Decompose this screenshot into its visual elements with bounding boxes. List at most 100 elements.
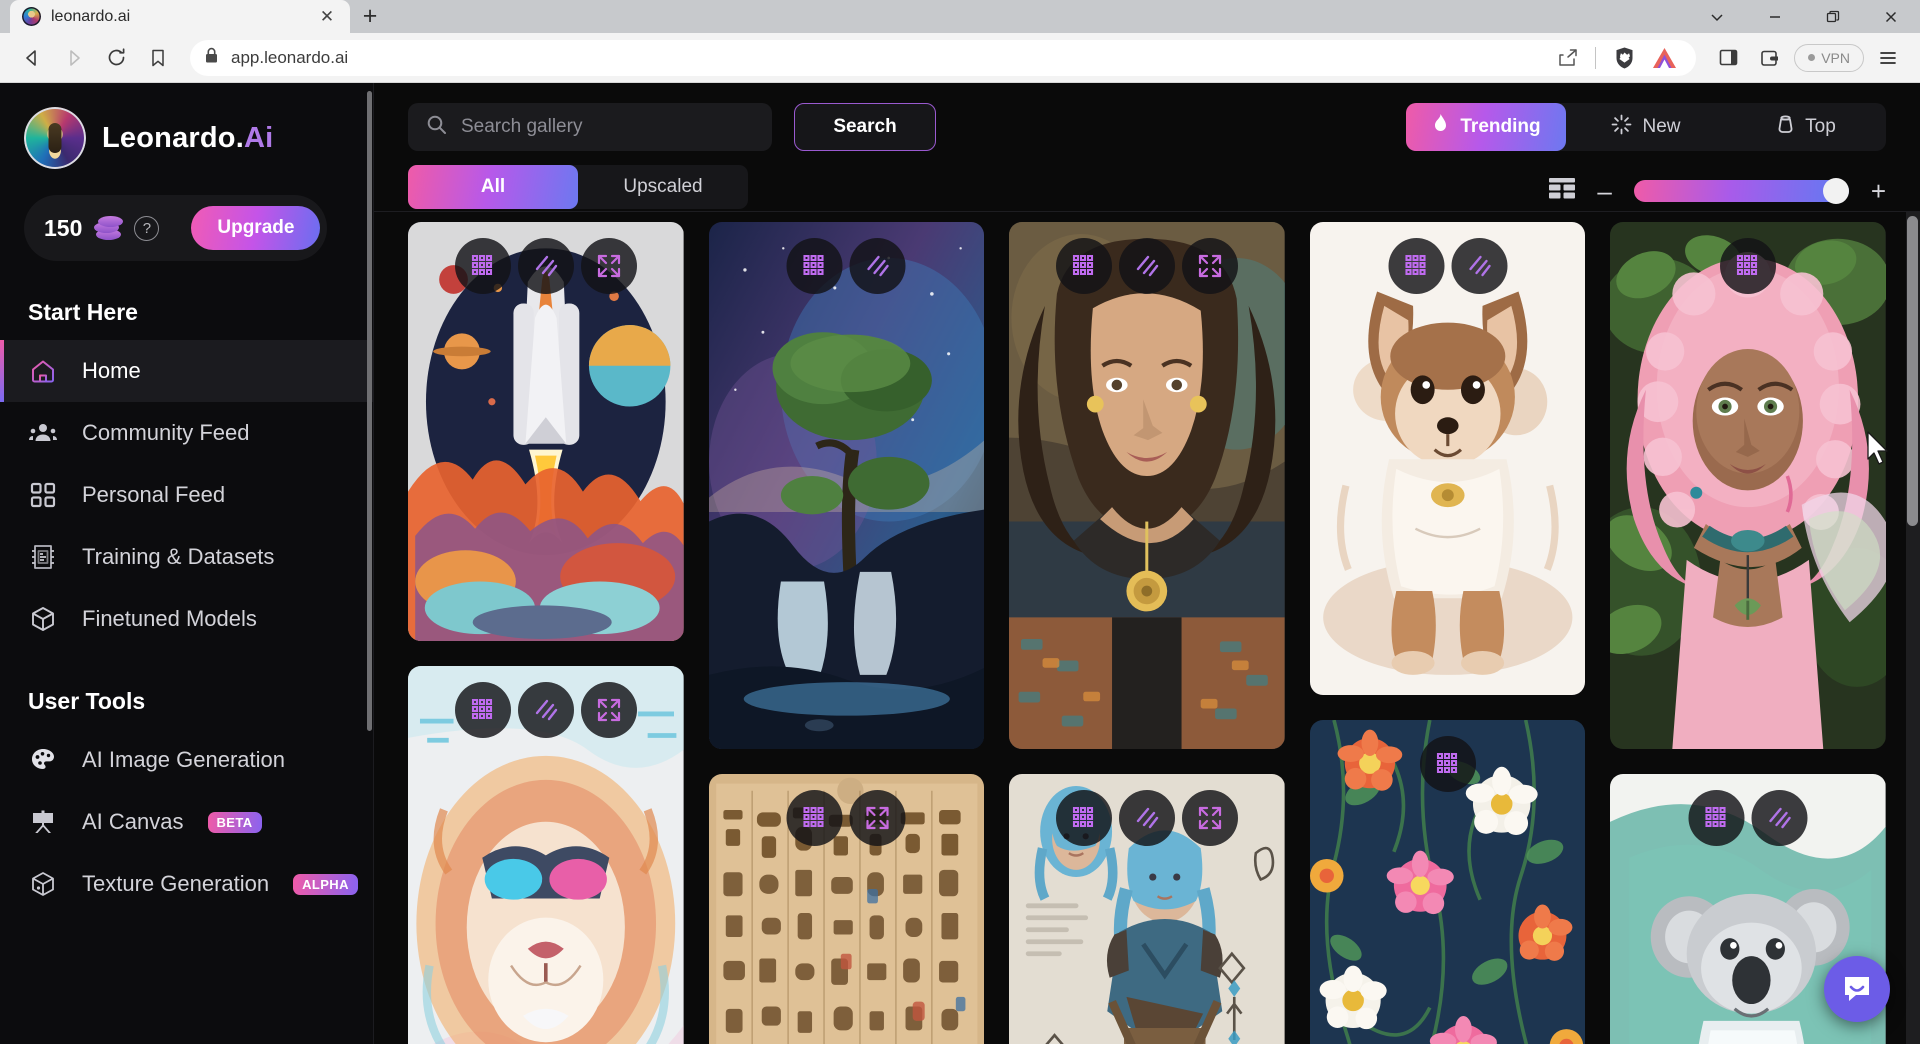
gallery-scrollbar[interactable]	[1906, 212, 1920, 1044]
remix-button[interactable]	[1055, 238, 1112, 294]
grid-squares-icon	[28, 480, 58, 510]
zoom-slider-handle[interactable]	[1822, 178, 1849, 204]
intercom-chat-button[interactable]	[1824, 956, 1890, 1022]
gallery-card[interactable]	[1009, 774, 1285, 1044]
filter-tab-group: All Upscaled	[408, 165, 748, 209]
sidebar-item-label: Finetuned Models	[82, 606, 257, 631]
gallery-scrollbar-thumb[interactable]	[1907, 216, 1918, 526]
reload-icon[interactable]	[98, 40, 134, 76]
maximize-button[interactable]	[1804, 0, 1862, 33]
token-coins-icon	[94, 216, 124, 240]
remix-button[interactable]	[454, 238, 511, 294]
sidebar-item-ai-canvas[interactable]: AI Canvas BETA	[0, 791, 373, 853]
brave-lion-shield-icon[interactable]	[1606, 40, 1642, 76]
brand-header[interactable]: Leonardo.Ai	[0, 83, 373, 169]
gallery-card[interactable]	[408, 222, 684, 642]
fullscreen-button[interactable]	[1181, 790, 1238, 847]
browser-tab[interactable]: leonardo.ai ✕	[10, 0, 350, 33]
filter-tab-all[interactable]: All	[408, 165, 578, 209]
sidebar-item-personal-feed[interactable]: Personal Feed	[0, 464, 373, 526]
upscale-button[interactable]	[849, 238, 906, 294]
sidebar-item-ai-image-generation[interactable]: AI Image Generation	[0, 729, 373, 791]
card-action-overlay	[1688, 790, 1808, 847]
sidebar-panel-icon[interactable]	[1710, 40, 1746, 76]
sidebar-item-training-datasets[interactable]: Training & Datasets	[0, 526, 373, 588]
remix-button[interactable]	[1055, 790, 1112, 847]
gallery-card[interactable]	[1610, 222, 1886, 750]
sidebar-item-home[interactable]: Home	[0, 340, 373, 402]
upscale-button[interactable]	[1118, 238, 1175, 294]
upscale-button[interactable]	[1451, 238, 1508, 294]
remix-button[interactable]	[1688, 790, 1745, 847]
bookmark-icon[interactable]	[140, 40, 176, 76]
brave-wallet-icon[interactable]	[1752, 40, 1788, 76]
tab-trending[interactable]: Trending	[1406, 103, 1566, 151]
new-tab-button[interactable]: +	[350, 0, 390, 33]
tab-new[interactable]: New	[1566, 103, 1726, 151]
remix-button[interactable]	[1388, 238, 1445, 294]
zoom-in-button[interactable]: +	[1871, 178, 1886, 204]
sidebar-item-finetuned-models[interactable]: Finetuned Models	[0, 588, 373, 650]
remix-button[interactable]	[786, 238, 843, 294]
gallery-card[interactable]	[1309, 720, 1586, 1044]
back-arrow-icon[interactable]	[14, 40, 50, 76]
sidebar-scrollbar-thumb[interactable]	[367, 91, 372, 731]
fullscreen-button[interactable]	[580, 238, 637, 294]
remix-button[interactable]	[454, 682, 511, 739]
hamburger-menu-icon[interactable]	[1870, 40, 1906, 76]
sparkle-icon	[1611, 114, 1632, 141]
gallery-card[interactable]	[1309, 222, 1586, 696]
gallery-card[interactable]	[1009, 222, 1285, 750]
tab-label: New	[1642, 116, 1681, 137]
minimize-button[interactable]	[1746, 0, 1804, 33]
address-bar[interactable]: app.leonardo.ai	[190, 39, 1697, 76]
remix-button[interactable]	[1419, 736, 1476, 793]
search-button[interactable]: Search	[794, 103, 936, 151]
sidebar-item-texture-generation[interactable]: Texture Generation ALPHA	[0, 853, 373, 915]
grid-layout-icon[interactable]	[1549, 177, 1576, 205]
upscale-button[interactable]	[1751, 790, 1808, 847]
upscale-button[interactable]	[1118, 790, 1175, 847]
sidebar-item-label: AI Canvas	[82, 809, 184, 834]
zoom-out-button[interactable]: –	[1597, 178, 1611, 204]
leonardo-app: Leonardo.Ai 150 ? Upgrade Start Here Hom…	[0, 83, 1920, 1044]
search-input[interactable]: Search gallery	[408, 103, 772, 151]
zoom-slider[interactable]	[1633, 178, 1849, 204]
upscale-button[interactable]	[517, 238, 574, 294]
fullscreen-button[interactable]	[849, 790, 906, 847]
vpn-button[interactable]: VPN	[1794, 43, 1864, 72]
sidebar-item-label: Personal Feed	[82, 482, 226, 507]
tab-top[interactable]: Top	[1726, 103, 1886, 151]
tab-search-button[interactable]	[1688, 0, 1746, 33]
close-icon[interactable]: ✕	[316, 6, 338, 28]
sidebar-item-community-feed[interactable]: Community Feed	[0, 402, 373, 464]
filter-tab-upscaled[interactable]: Upscaled	[578, 165, 748, 209]
help-circle-icon[interactable]: ?	[134, 215, 160, 241]
card-action-overlay	[454, 682, 637, 739]
sidebar-scrollbar[interactable]	[367, 83, 373, 1044]
brand-name: Leonardo.Ai	[102, 121, 274, 154]
fullscreen-button[interactable]	[580, 682, 637, 739]
card-action-overlay	[786, 238, 906, 294]
texture-cube-icon	[28, 869, 58, 899]
search-placeholder: Search gallery	[461, 116, 583, 137]
credits-panel: 150 ? Upgrade	[24, 195, 327, 261]
home-icon	[28, 356, 58, 386]
close-window-button[interactable]	[1862, 0, 1920, 33]
brave-rewards-triangle-icon[interactable]	[1646, 40, 1682, 76]
share-icon[interactable]	[1549, 40, 1585, 76]
upscale-button[interactable]	[517, 682, 574, 739]
sidebar-section-heading-start-here: Start Here	[28, 299, 138, 325]
leonardo-favicon-icon	[22, 7, 41, 26]
gallery-grid	[374, 212, 1920, 1044]
fullscreen-button[interactable]	[1181, 238, 1238, 294]
gallery-toolbar: Search gallery Search Trending New Top A…	[374, 83, 1920, 212]
generated-image	[1009, 222, 1285, 750]
gallery-scroll-area[interactable]	[374, 212, 1920, 1044]
gallery-card[interactable]	[408, 666, 684, 1044]
upgrade-button[interactable]: Upgrade	[191, 206, 321, 250]
gallery-card[interactable]	[708, 222, 985, 750]
remix-button[interactable]	[786, 790, 843, 847]
gallery-card[interactable]	[708, 774, 985, 1044]
remix-button[interactable]	[1720, 238, 1777, 294]
